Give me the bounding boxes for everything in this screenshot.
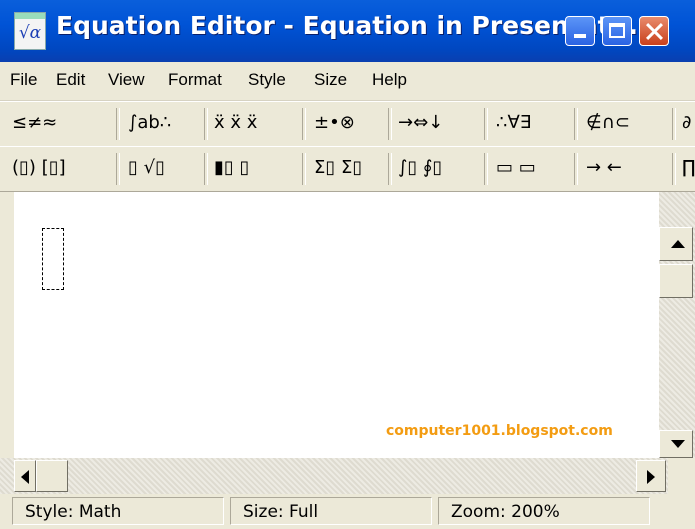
menu-view[interactable]: View bbox=[108, 70, 145, 90]
scroll-right-button[interactable] bbox=[636, 460, 666, 492]
maximize-button[interactable] bbox=[602, 16, 632, 46]
empty-slot-placeholder[interactable] bbox=[42, 228, 64, 290]
operator-symbols-button[interactable]: ±•⊗ bbox=[314, 108, 355, 138]
status-zoom: Zoom: 200% bbox=[438, 497, 650, 525]
status-size: Size: Full bbox=[230, 497, 432, 525]
vertical-scroll-thumb[interactable] bbox=[659, 264, 693, 298]
set-theory-symbols-button[interactable]: ∉∩⊂ bbox=[586, 108, 630, 138]
up-arrow-icon bbox=[671, 240, 685, 248]
embellishments-button[interactable]: ẍ ẍ ẍ bbox=[214, 108, 257, 138]
logical-symbols-button[interactable]: ∴∀∃ bbox=[496, 108, 531, 138]
fraction-radical-templates-button[interactable]: ▯ √▯ bbox=[128, 153, 165, 183]
underbar-overbar-templates-button[interactable]: ▭ ▭ bbox=[496, 153, 536, 183]
equation-editor-icon[interactable]: √α bbox=[14, 12, 46, 50]
minimize-button[interactable] bbox=[565, 16, 595, 46]
fence-templates-button[interactable]: (▯) [▯] bbox=[12, 153, 66, 183]
equation-edit-area[interactable]: computer1001.blogspot.com bbox=[14, 192, 659, 458]
menu-file[interactable]: File bbox=[10, 70, 37, 90]
spaces-ellipses-button[interactable]: ∫ab∴ bbox=[128, 108, 171, 138]
status-bar: Style: Math Size: Full Zoom: 200% bbox=[0, 494, 695, 529]
menu-format[interactable]: Format bbox=[168, 70, 222, 90]
arrow-symbols-button[interactable]: →⇔↓ bbox=[398, 108, 443, 138]
scroll-left-button[interactable] bbox=[14, 460, 36, 492]
horizontal-scroll-thumb[interactable] bbox=[36, 460, 68, 492]
scroll-down-button[interactable] bbox=[659, 430, 693, 458]
menu-style[interactable]: Style bbox=[248, 70, 286, 90]
vertical-scrollbar[interactable] bbox=[659, 192, 695, 458]
title-bar[interactable]: √α Equation Editor - Equation in Present… bbox=[0, 0, 695, 62]
labeled-arrow-templates-button[interactable]: → ← bbox=[586, 153, 622, 183]
right-arrow-icon bbox=[647, 470, 655, 484]
close-button[interactable] bbox=[639, 16, 669, 46]
watermark-text: computer1001.blogspot.com bbox=[386, 423, 613, 439]
window-title: Equation Editor - Equation in Presentat.… bbox=[56, 11, 639, 40]
equation-editor-window: √α Equation Editor - Equation in Present… bbox=[0, 0, 695, 529]
misc-symbols-button[interactable]: ∂ bbox=[682, 108, 691, 138]
menu-size[interactable]: Size bbox=[314, 70, 347, 90]
menu-help[interactable]: Help bbox=[372, 70, 407, 90]
relational-symbols-button[interactable]: ≤≠≈ bbox=[12, 108, 57, 138]
product-templates-button[interactable]: ∏ bbox=[682, 153, 695, 183]
template-palette-toolbar: (▯) [▯] ▯ √▯ ▮▯ ▯ Σ▯ Σ▯ ∫▯ ∮▯ ▭ ▭ → ← ∏ bbox=[0, 146, 695, 192]
menu-edit[interactable]: Edit bbox=[56, 70, 85, 90]
summation-templates-button[interactable]: Σ▯ Σ▯ bbox=[314, 153, 362, 183]
horizontal-scrollbar[interactable] bbox=[0, 458, 668, 494]
scrollbar-corner bbox=[668, 458, 695, 494]
left-arrow-icon bbox=[21, 470, 29, 484]
menu-bar: File Edit View Format Style Size Help bbox=[0, 62, 695, 101]
scroll-up-button[interactable] bbox=[659, 227, 693, 261]
status-style: Style: Math bbox=[12, 497, 224, 525]
down-arrow-icon bbox=[671, 440, 685, 448]
integral-templates-button[interactable]: ∫▯ ∮▯ bbox=[398, 153, 442, 183]
subscript-superscript-templates-button[interactable]: ▮▯ ▯ bbox=[214, 153, 249, 183]
symbol-palette-toolbar: ≤≠≈ ∫ab∴ ẍ ẍ ẍ ±•⊗ →⇔↓ ∴∀∃ ∉∩⊂ ∂ bbox=[0, 101, 695, 147]
